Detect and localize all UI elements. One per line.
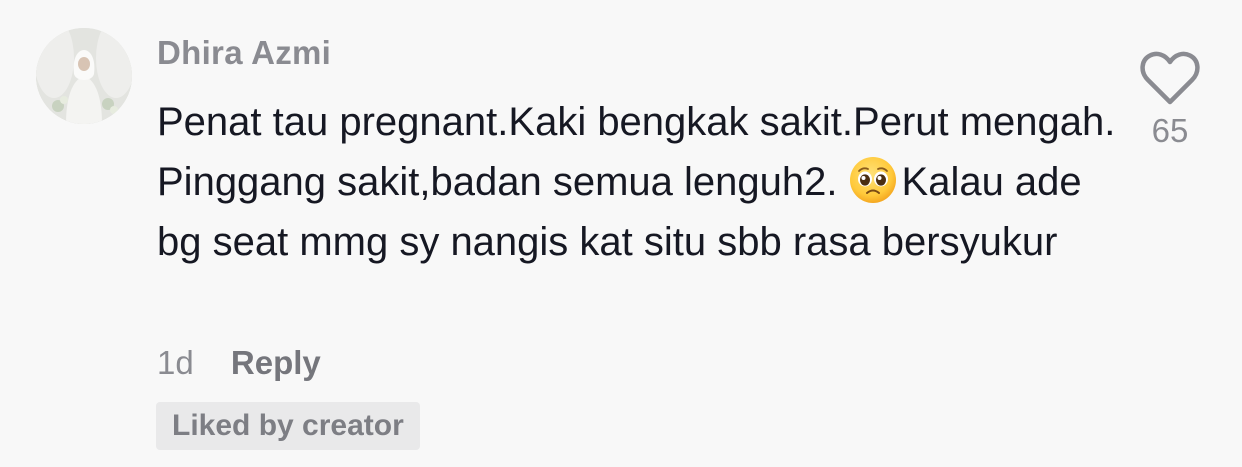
liked-by-creator-badge: Liked by creator [156, 402, 420, 450]
comment-item: Dhira Azmi Penat tau pregnant.Kaki bengk… [0, 0, 1242, 467]
heart-outline-icon [1139, 51, 1201, 110]
avatar[interactable] [36, 28, 132, 124]
like-count: 65 [1151, 112, 1189, 149]
comment-text: Penat tau pregnant.Kaki bengkak sakit.Pe… [157, 92, 1117, 272]
comment-username[interactable]: Dhira Azmi [157, 34, 331, 72]
reply-button[interactable]: Reply [231, 344, 321, 381]
pleading-face-emoji [848, 155, 898, 205]
like-button[interactable] [1139, 50, 1201, 106]
comment-date: 1d [157, 344, 194, 381]
comment-meta: 1d Reply [157, 344, 321, 382]
